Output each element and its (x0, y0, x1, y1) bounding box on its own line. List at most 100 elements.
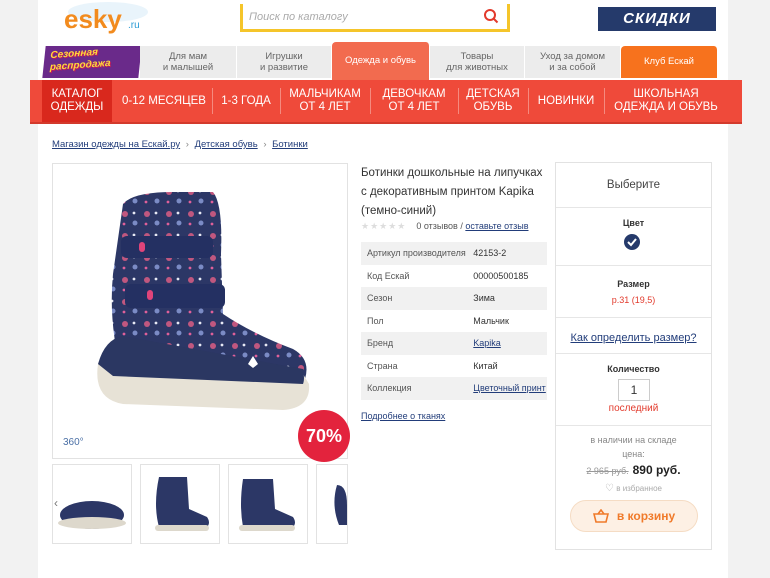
table-row: Артикул производителя 42153-2 (361, 242, 547, 265)
chevron-left-icon[interactable]: ‹ (54, 496, 58, 510)
table-row: Бренд Kapika (361, 332, 547, 355)
size-value[interactable]: р.31 (19,5) (556, 295, 711, 305)
tab-moms-babies[interactable]: Для мам и малышей (140, 46, 237, 78)
table-row: Пол Мальчик (361, 310, 547, 333)
thumbnail-strip: ‹ (52, 462, 348, 546)
price-block: 2 965 руб. 890 руб. (556, 463, 711, 477)
brand-link[interactable]: Kapika (473, 338, 501, 348)
esky-logo[interactable]: esky .ru (52, 2, 152, 34)
attr-value: 00000500185 (473, 270, 529, 281)
breadcrumb-boots-link[interactable]: Ботинки (272, 139, 308, 150)
nav-separator (280, 88, 281, 114)
tab-pet-goods[interactable]: Товары для животных (430, 46, 525, 78)
search-input[interactable] (249, 8, 469, 26)
price-label: цена: (622, 449, 645, 459)
attr-value: Мальчик (473, 315, 509, 326)
attr-name: Артикул производителя (361, 242, 468, 265)
nav-separator (458, 88, 459, 114)
thumbnail[interactable] (228, 464, 308, 544)
breadcrumb-home-link[interactable]: Магазин одежды на Ескай.ру (52, 139, 180, 150)
table-row: Страна Китай (361, 355, 547, 378)
thumbnail-image (155, 477, 209, 531)
nav-boys[interactable]: МАЛЬЧИКАМ ОТ 4 ЛЕТ (282, 80, 368, 122)
product-main-image[interactable]: 360° (52, 163, 348, 459)
color-swatch[interactable] (624, 234, 640, 250)
choose-heading: Выберите (606, 179, 661, 191)
search-box (240, 4, 510, 32)
favorites-label: в избранное (616, 484, 662, 493)
divider (556, 265, 711, 266)
rating-stars-icon: ★★★★★ (361, 221, 407, 231)
heart-icon: ♡ (605, 483, 614, 494)
collection-link[interactable]: Цветочный принт (473, 383, 546, 393)
divider (556, 353, 711, 354)
tab-home-care[interactable]: Уход за домом и за собой (525, 46, 621, 78)
breadcrumb-separator: › (185, 139, 189, 150)
thumbnail-image (58, 501, 126, 529)
reviews-count: 0 отзывов (416, 221, 458, 231)
tab-clothes-shoes[interactable]: Одежда и обувь (332, 42, 430, 80)
table-row: Код Ескай 00000500185 (361, 265, 547, 288)
breadcrumb-kids-shoes-link[interactable]: Детская обувь (195, 139, 258, 150)
add-to-cart-button[interactable]: в корзину (570, 500, 698, 532)
table-row: Коллекция Цветочный принт (361, 377, 547, 400)
tab-esky-club[interactable]: Клуб Ескай (621, 46, 718, 78)
old-price: 2 965 руб. (586, 466, 629, 476)
nav-catalog[interactable]: КАТАЛОГ ОДЕЖДЫ (42, 80, 112, 122)
table-row: Сезон Зима (361, 287, 547, 310)
catalog-nav: КАТАЛОГ ОДЕЖДЫ 0-12 МЕСЯЦЕВ 1-3 ГОДА МАЛЬ… (30, 80, 742, 122)
cart-button-label: в корзину (616, 509, 676, 523)
breadcrumb-separator: › (263, 139, 267, 150)
buy-box: Выберите Цвет Размер р.31 (19,5) Как опр… (555, 162, 712, 550)
seasonal-sale-banner[interactable]: Сезонная распродажа (42, 46, 142, 78)
nav-separator (528, 88, 529, 114)
nav-separator (212, 88, 213, 114)
leave-review-link[interactable]: оставьте отзыв (465, 221, 528, 231)
nav-1-3-years[interactable]: 1-3 ГОДА (214, 80, 278, 122)
view-360-button[interactable]: 360° (63, 437, 84, 448)
thumbnail[interactable] (140, 464, 220, 544)
breadcrumb: Магазин одежды на Ескай.ру › Детская обу… (52, 139, 308, 150)
thumbnail-image (334, 485, 347, 525)
product-attributes: Артикул производителя 42153-2 Код Ескай 00… (361, 242, 547, 400)
add-to-favorites[interactable]: ♡ в избранное (556, 483, 711, 494)
attr-name: Бренд (361, 332, 468, 355)
tab-toys[interactable]: Игрушки и развитие (237, 46, 332, 78)
attr-name: Сезон (361, 287, 468, 310)
nav-0-12-months[interactable]: 0-12 МЕСЯЦЕВ (118, 80, 210, 122)
nav-girls[interactable]: ДЕВОЧКАМ ОТ 4 ЛЕТ (372, 80, 456, 122)
divider (556, 425, 711, 426)
logo-image: esky .ru (64, 2, 148, 34)
thumbnail[interactable] (52, 464, 132, 544)
fabric-info-link[interactable]: Подробнее о тканях (361, 411, 445, 421)
nav-school[interactable]: ШКОЛЬНАЯ ОДЕЖДА И ОБУВЬ (606, 80, 726, 122)
logo-text: esky (64, 4, 122, 34)
nav-new-arrivals[interactable]: НОВИНКИ (530, 80, 602, 122)
stock-status: в наличии на складе (590, 435, 677, 445)
discount-badge: 70% (298, 410, 350, 462)
nav-separator (604, 88, 605, 114)
quantity-label: Количество (607, 364, 660, 374)
logo-suffix: .ru (128, 20, 140, 31)
divider (556, 317, 711, 318)
boot-image (97, 192, 310, 410)
thumbnail-image (239, 479, 295, 531)
quantity-input[interactable] (618, 379, 650, 401)
attr-value: 42153-2 (467, 242, 547, 265)
thumbnail[interactable] (316, 464, 348, 544)
color-label: Цвет (622, 218, 645, 228)
search-icon[interactable] (483, 8, 499, 24)
attr-name: Коллекция (361, 377, 468, 400)
nav-separator (370, 88, 371, 114)
size-guide-link[interactable]: Как определить размер? (556, 332, 711, 344)
basket-icon (592, 509, 609, 523)
attr-value: Зима (467, 287, 547, 310)
last-item-note: последний (608, 403, 659, 414)
nav-kids-shoes[interactable]: ДЕТСКАЯ ОБУВЬ (460, 80, 526, 122)
reviews-row: ★★★★★ 0 отзывов / оставьте отзыв (361, 221, 529, 231)
attr-value: Китай (473, 360, 498, 371)
attr-name: Пол (367, 315, 384, 326)
check-icon (627, 238, 637, 247)
attr-name: Код Ескай (367, 270, 410, 281)
discounts-banner[interactable]: СКИДКИ (598, 7, 716, 31)
